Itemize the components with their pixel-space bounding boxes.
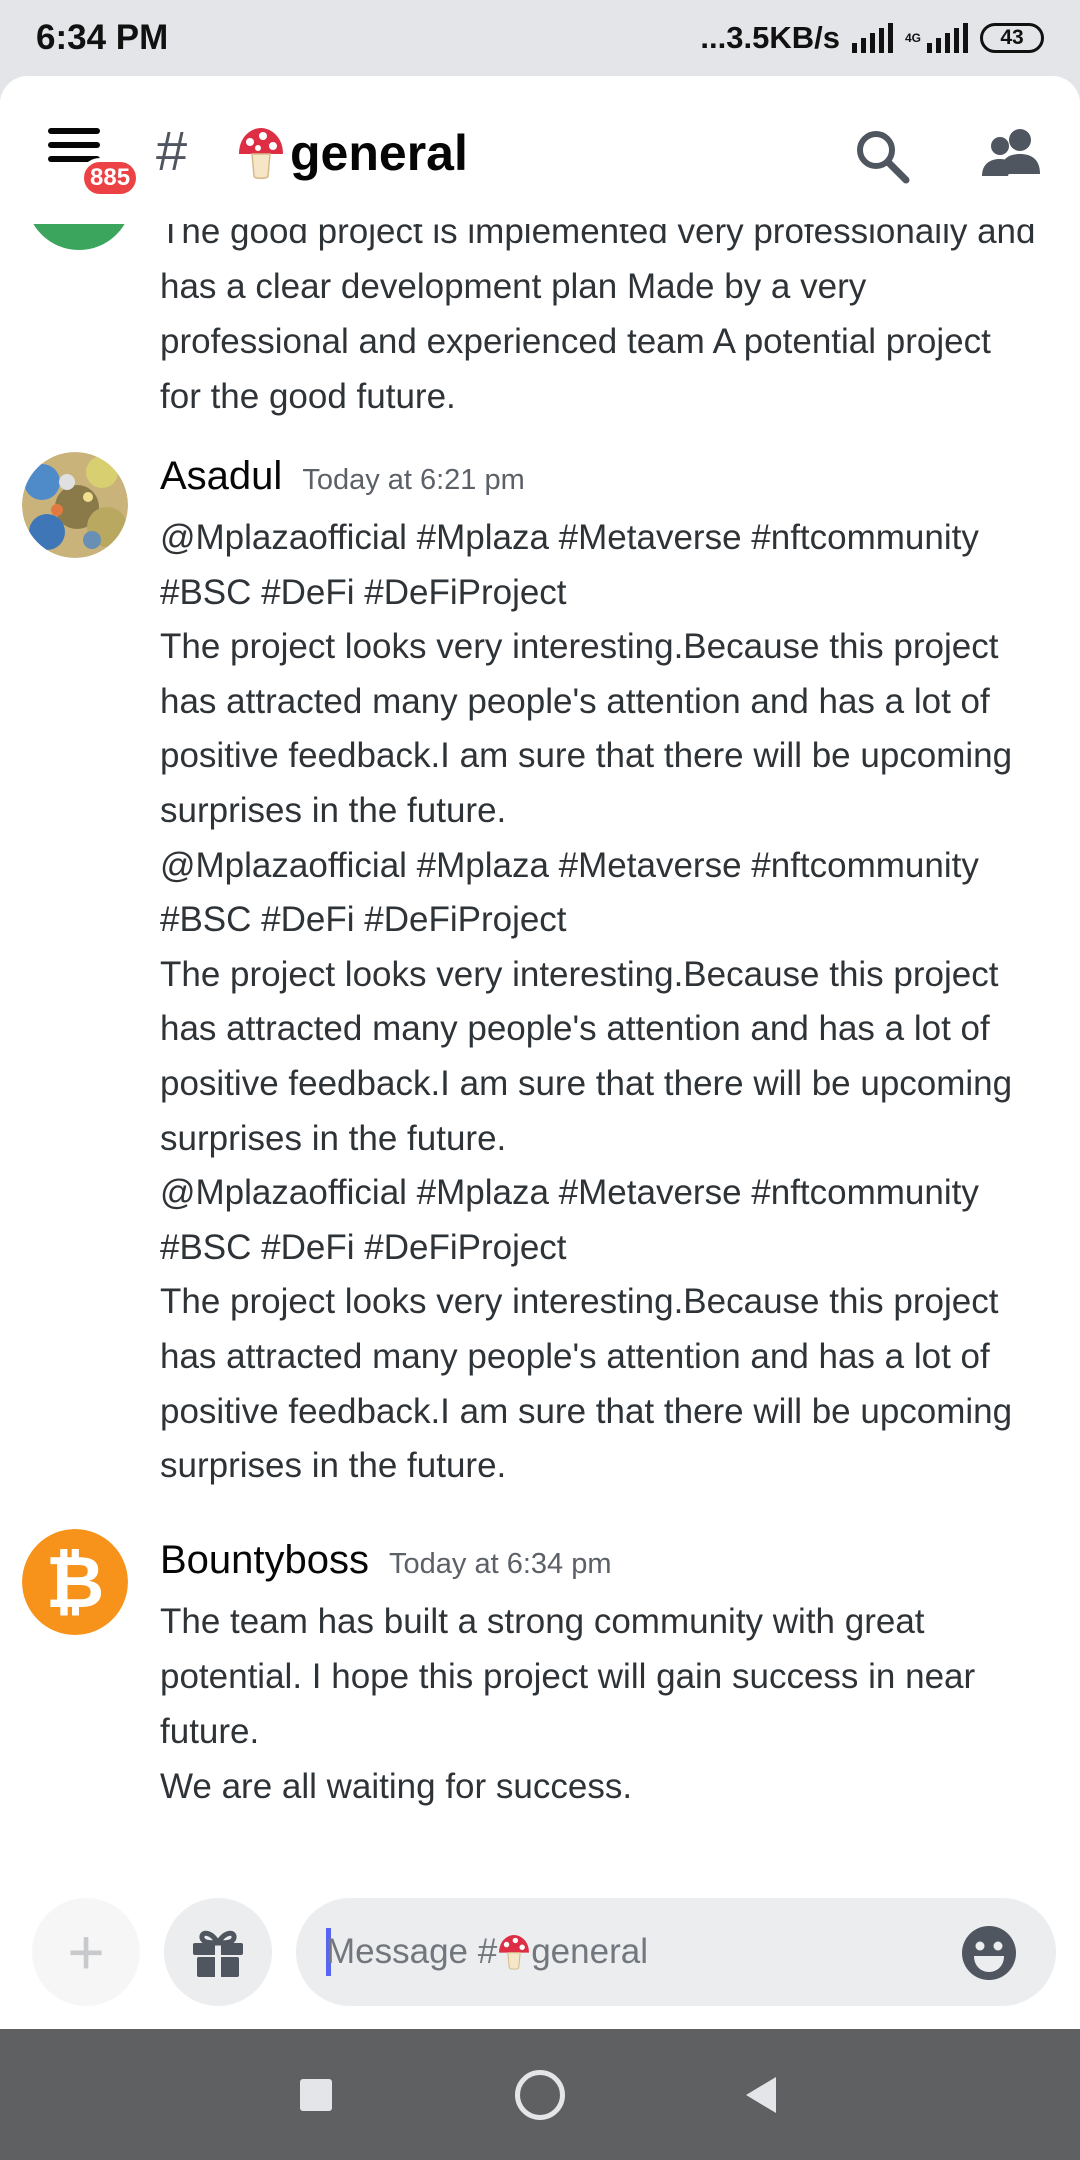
message-line: @Mplazaofficial #Mplaza #Metaverse #nftc…	[160, 518, 979, 557]
message-line: #BSC #DeFi #DeFiProject	[160, 1227, 567, 1267]
placeholder-prefix: Message #	[326, 1932, 498, 1971]
message-line: surprises in the future.	[160, 1446, 507, 1486]
message-line: @Mplazaofficial #Mplaza #Metaverse #nftc…	[160, 1173, 979, 1213]
timestamp: Today at 6:34 pm	[389, 1548, 612, 1580]
message-list[interactable]: The good project is implemented very pro…	[0, 144, 1080, 1944]
username[interactable]: Bountyboss	[160, 1538, 369, 1583]
mushroom-emoji-icon	[499, 1935, 530, 1970]
mushroom-emoji-icon	[239, 128, 283, 179]
message-line: @Mplazaofficial #Mplaza #Metaverse #nftc…	[160, 845, 979, 885]
network-type: 4G	[904, 31, 921, 45]
channel-hash-icon: #	[156, 119, 188, 182]
recents-icon[interactable]	[300, 2079, 332, 2111]
message-line: The project looks very interesting.Becau…	[160, 954, 999, 994]
message-line: has a clear development plan Made by a v…	[160, 267, 867, 306]
channel-name: general	[290, 125, 468, 181]
message-line: surprises in the future.	[160, 790, 507, 830]
message-line: We are all waiting for success.	[160, 1767, 633, 1806]
network-speed: ...3.5KB/s	[700, 20, 840, 55]
search-icon[interactable]	[852, 126, 912, 186]
message-line: positive feedback.I am sure that there w…	[160, 736, 1013, 776]
username[interactable]: Asadul	[160, 454, 282, 499]
avatar-asadul[interactable]	[22, 452, 128, 558]
message-line: positive feedback.I am sure that there w…	[160, 1391, 1013, 1431]
system-nav-bar	[0, 2029, 1080, 2160]
home-icon[interactable]	[515, 2070, 565, 2120]
message-line: potential. I hope this project will gain…	[160, 1657, 976, 1696]
message-input[interactable]: Message # general	[296, 1898, 1056, 2006]
members-icon[interactable]	[980, 124, 1044, 184]
battery-level: 43	[1000, 26, 1024, 49]
channel-title[interactable]: general	[236, 124, 468, 182]
back-icon[interactable]	[742, 2075, 778, 2115]
message-line: professional and experienced team A pote…	[160, 322, 991, 361]
message-line: The project looks very interesting.Becau…	[160, 1282, 999, 1322]
signal-icon-2	[927, 23, 968, 53]
message-content: The good project is implemented very pro…	[160, 204, 1060, 424]
placeholder-channel: general	[531, 1932, 648, 1971]
battery-icon: 43	[980, 23, 1044, 53]
message-line: for the good future.	[160, 377, 456, 416]
svg-text:₿: ₿	[46, 1540, 105, 1624]
message-line: future.	[160, 1712, 260, 1751]
discord-app: 885 # general The good project is implem…	[0, 76, 1080, 2029]
message-line: #BSC #DeFi #DeFiProject	[160, 572, 567, 612]
emoji-icon[interactable]	[960, 1924, 1018, 1982]
message-header: Bountyboss Today at 6:34 pm	[160, 1538, 612, 1583]
status-indicators: ...3.5KB/s 4G 43	[700, 16, 1044, 60]
channel-header: 885 # general	[0, 76, 1080, 224]
message-line: has attracted many people's attention an…	[160, 681, 990, 721]
message-line: has attracted many people's attention an…	[160, 1009, 990, 1049]
message-content: The team has built a strong community wi…	[160, 1594, 1060, 1814]
avatar-bountyboss[interactable]: ₿	[22, 1529, 128, 1635]
message-line: positive feedback.I am sure that there w…	[160, 1063, 1013, 1103]
gift-button[interactable]	[164, 1898, 272, 2006]
message-placeholder: Message # general	[326, 1926, 648, 1978]
message-line: The team has built a strong community wi…	[160, 1602, 925, 1641]
signal-icon	[851, 23, 893, 53]
message-line: #BSC #DeFi #DeFiProject	[160, 900, 567, 940]
unread-badge: 885	[80, 158, 141, 198]
plus-button[interactable]: +	[32, 1898, 140, 2006]
message-line: has attracted many people's attention an…	[160, 1336, 990, 1376]
timestamp: Today at 6:21 pm	[302, 464, 525, 496]
status-bar: 6:34 PM ...3.5KB/s 4G 43	[0, 0, 1080, 76]
gift-icon	[193, 1930, 243, 1977]
status-time: 6:34 PM	[36, 18, 169, 57]
message-line: The project looks very interesting.Becau…	[160, 627, 999, 667]
message-line: surprises in the future.	[160, 1118, 507, 1158]
message-content: @Mplazaofficial #Mplaza #Metaverse #nftc…	[160, 511, 1060, 1494]
plus-icon: +	[67, 1916, 105, 1988]
message-header: Asadul Today at 6:21 pm	[160, 454, 525, 499]
